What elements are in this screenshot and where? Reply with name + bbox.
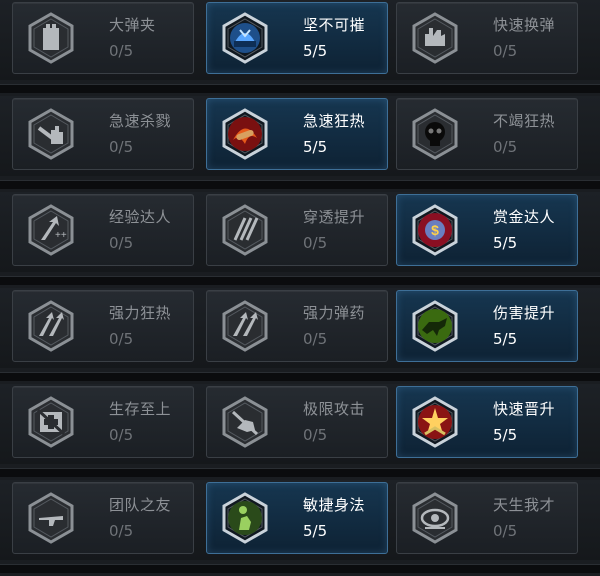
knife-hand-icon: [25, 108, 77, 160]
perk-level-count: 0/5: [109, 42, 134, 60]
penetration-icon: [219, 204, 271, 256]
row-divider: [0, 84, 600, 93]
perk-card[interactable]: 极限攻击 0/5: [206, 386, 388, 458]
perk-name: 急速狂热: [303, 112, 366, 130]
damage-beast-icon: [409, 300, 461, 352]
perk-level-count: 5/5: [493, 330, 518, 348]
perk-name: 大弹夹: [109, 16, 156, 34]
hand-reload-icon: [409, 12, 461, 64]
perk-name: 不竭狂热: [493, 112, 556, 130]
row-divider: [0, 564, 600, 573]
perk-row: 强力狂热 0/5 强力弹药 0/5 伤害提升 5/5: [0, 288, 600, 384]
perk-level-count: 5/5: [303, 522, 328, 540]
perk-card[interactable]: 天生我才 0/5: [396, 482, 578, 554]
perk-name: 坚不可摧: [303, 16, 366, 34]
extreme-attack-icon: [219, 396, 271, 448]
perk-card[interactable]: 生存至上 0/5: [12, 386, 194, 458]
perk-row: 大弹夹 0/5 坚不可摧 5/5 快速换弹 0/5: [0, 0, 600, 96]
fire-bullet-icon: [219, 108, 271, 160]
perk-card[interactable]: 快速换弹 0/5: [396, 2, 578, 74]
row-divider: [0, 468, 600, 477]
row-divider: [0, 180, 600, 189]
perk-level-count: 0/5: [109, 426, 134, 444]
perk-level-count: 5/5: [493, 426, 518, 444]
perk-row: 急速杀戮 0/5 急速狂热 5/5 不竭狂热 0/5: [0, 96, 600, 192]
xp-arrow-icon: ++: [25, 204, 77, 256]
perk-name: 经验达人: [109, 208, 172, 226]
perk-card[interactable]: 敏捷身法 5/5: [206, 482, 388, 554]
team-rifle-icon: [25, 492, 77, 544]
perk-level-count: 0/5: [109, 234, 134, 252]
perk-name: 伤害提升: [493, 304, 556, 322]
perk-level-count: 0/5: [493, 42, 518, 60]
svg-text:++: ++: [55, 230, 67, 241]
rank-burst-icon: [409, 396, 461, 448]
perk-name: 天生我才: [493, 496, 556, 514]
perk-name: 极限攻击: [303, 400, 366, 418]
perk-name: 快速换弹: [493, 16, 556, 34]
power-ammo-icon: [219, 300, 271, 352]
perk-card[interactable]: 强力狂热 0/5: [12, 290, 194, 362]
perk-card[interactable]: 伤害提升 5/5: [396, 290, 578, 362]
perk-name: 团队之友: [109, 496, 172, 514]
perk-level-count: 0/5: [493, 138, 518, 156]
perk-card[interactable]: 急速杀戮 0/5: [12, 98, 194, 170]
perk-name: 敏捷身法: [303, 496, 366, 514]
perk-card[interactable]: 快速晋升 5/5: [396, 386, 578, 458]
perk-card[interactable]: 强力弹药 0/5: [206, 290, 388, 362]
perk-level-count: 0/5: [493, 522, 518, 540]
perk-name: 快速晋升: [493, 400, 556, 418]
perk-level-count: 0/5: [303, 426, 328, 444]
eye-talent-icon: [409, 492, 461, 544]
perk-card[interactable]: ++ 经验达人 0/5: [12, 194, 194, 266]
perk-grid: 大弹夹 0/5 坚不可摧 5/5 快速换弹 0/5 急速杀戮 0/5 急速狂热 5/5 不…: [0, 0, 600, 573]
perk-level-count: 5/5: [303, 42, 328, 60]
row-divider: [0, 276, 600, 285]
perk-level-count: 0/5: [109, 330, 134, 348]
perk-card[interactable]: 大弹夹 0/5: [12, 2, 194, 74]
bounty-dollar-icon: $: [409, 204, 461, 256]
medkit-icon: [25, 396, 77, 448]
perk-card[interactable]: 团队之友 0/5: [12, 482, 194, 554]
perk-level-count: 0/5: [109, 522, 134, 540]
perk-name: 赏金达人: [493, 208, 556, 226]
helmet-icon: [219, 12, 271, 64]
perk-card[interactable]: 穿透提升 0/5: [206, 194, 388, 266]
perk-level-count: 0/5: [109, 138, 134, 156]
skull-icon: [409, 108, 461, 160]
perk-level-count: 5/5: [303, 138, 328, 156]
perk-name: 强力弹药: [303, 304, 366, 322]
perk-card[interactable]: 不竭狂热 0/5: [396, 98, 578, 170]
power-arrows-icon: [25, 300, 77, 352]
svg-text:$: $: [431, 222, 439, 238]
perk-level-count: 0/5: [303, 234, 328, 252]
perk-card[interactable]: 急速狂热 5/5: [206, 98, 388, 170]
perk-card[interactable]: $ 赏金达人 5/5: [396, 194, 578, 266]
row-divider: [0, 372, 600, 381]
perk-level-count: 0/5: [303, 330, 328, 348]
ammo-magazine-icon: [25, 12, 77, 64]
perk-row: 团队之友 0/5 敏捷身法 5/5 天生我才 0/5: [0, 480, 600, 576]
agile-soldier-icon: [219, 492, 271, 544]
perk-row: ++ 经验达人 0/5 穿透提升 0/5 $ 赏金达人 5/5: [0, 192, 600, 288]
perk-row: 生存至上 0/5 极限攻击 0/5 快速晋升 5/5: [0, 384, 600, 480]
perk-name: 强力狂热: [109, 304, 172, 322]
perk-name: 穿透提升: [303, 208, 366, 226]
perk-name: 急速杀戮: [109, 112, 172, 130]
perk-level-count: 5/5: [493, 234, 518, 252]
perk-card[interactable]: 坚不可摧 5/5: [206, 2, 388, 74]
perk-name: 生存至上: [109, 400, 172, 418]
